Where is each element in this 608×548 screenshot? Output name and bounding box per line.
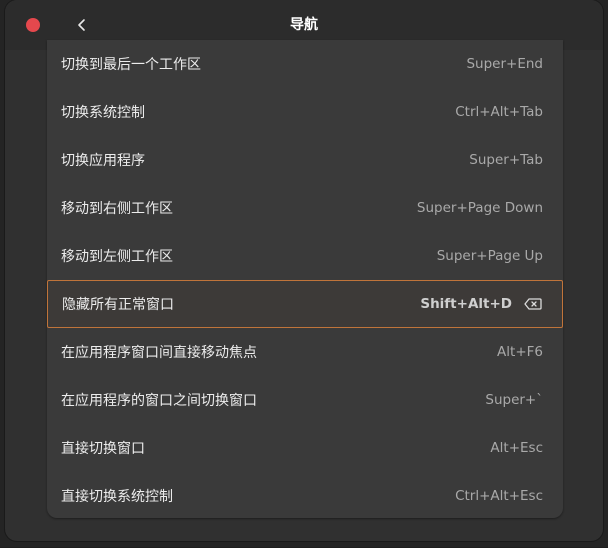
shortcut-accel: Alt+F6 bbox=[497, 344, 543, 360]
shortcut-accel-group: Shift+Alt+D bbox=[420, 296, 542, 312]
shortcut-row[interactable]: 切换系统控制 Ctrl+Alt+Tab bbox=[47, 88, 563, 136]
shortcut-row[interactable]: 切换应用程序 Super+Tab bbox=[47, 136, 563, 184]
shortcut-label: 切换系统控制 bbox=[61, 105, 145, 121]
shortcut-accel: Ctrl+Alt+Tab bbox=[455, 104, 543, 120]
shortcut-accel: Super+End bbox=[466, 56, 543, 72]
shortcut-label: 移动到左侧工作区 bbox=[61, 249, 173, 265]
shortcut-row[interactable]: 移动到右侧工作区 Super+Page Down bbox=[47, 184, 563, 232]
shortcut-row-selected[interactable]: 隐藏所有正常窗口 Shift+Alt+D bbox=[47, 280, 563, 328]
shortcut-row[interactable]: 在应用程序的窗口之间切换窗口 Super+` bbox=[47, 376, 563, 424]
shortcut-accel: Alt+Esc bbox=[490, 440, 543, 456]
close-button[interactable] bbox=[26, 18, 40, 32]
shortcut-row[interactable]: 在应用程序窗口间直接移动焦点 Alt+F6 bbox=[47, 328, 563, 376]
dialog-window: 导航 切换到最后一个工作区 Super+End 切换系统控制 Ctrl+Alt+… bbox=[5, 0, 603, 541]
chevron-left-icon bbox=[78, 19, 85, 31]
shortcut-accel: Super+Tab bbox=[469, 152, 543, 168]
shortcut-label: 直接切换窗口 bbox=[61, 441, 145, 457]
shortcut-accel: Ctrl+Alt+Esc bbox=[455, 488, 543, 504]
shortcut-row[interactable]: 切换到最后一个工作区 Super+End bbox=[47, 40, 563, 88]
shortcut-label: 在应用程序窗口间直接移动焦点 bbox=[61, 345, 257, 361]
shortcut-label: 移动到右侧工作区 bbox=[61, 201, 173, 217]
shortcut-list: 切换到最后一个工作区 Super+End 切换系统控制 Ctrl+Alt+Tab… bbox=[47, 40, 563, 518]
shortcut-row[interactable]: 移动到左侧工作区 Super+Page Up bbox=[47, 232, 563, 280]
shortcut-label: 切换应用程序 bbox=[61, 153, 145, 169]
shortcut-label: 直接切换系统控制 bbox=[61, 489, 173, 505]
back-button[interactable] bbox=[65, 9, 99, 41]
shortcut-label: 隐藏所有正常窗口 bbox=[62, 297, 174, 313]
shortcut-label: 切换到最后一个工作区 bbox=[61, 57, 201, 73]
shortcut-accel: Super+Page Up bbox=[436, 248, 543, 264]
shortcut-row[interactable]: 直接切换窗口 Alt+Esc bbox=[47, 424, 563, 472]
shortcut-accel: Super+Page Down bbox=[416, 200, 543, 216]
shortcut-label: 在应用程序的窗口之间切换窗口 bbox=[61, 393, 257, 409]
shortcut-accel: Super+` bbox=[485, 392, 543, 408]
shortcut-accel: Shift+Alt+D bbox=[420, 296, 512, 312]
backspace-clear-icon[interactable] bbox=[524, 298, 542, 310]
shortcut-row[interactable]: 直接切换系统控制 Ctrl+Alt+Esc bbox=[47, 472, 563, 520]
